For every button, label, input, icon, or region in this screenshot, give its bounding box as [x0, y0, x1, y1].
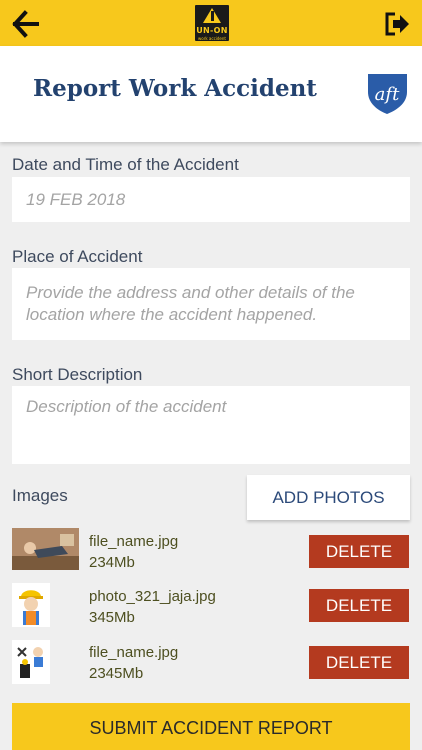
app-logo: UN-ON work accident — [193, 3, 231, 43]
file-size: 345Mb — [89, 609, 135, 626]
description-field[interactable]: Description of the accident — [12, 386, 410, 464]
logout-icon — [385, 12, 409, 36]
file-size: 234Mb — [89, 554, 135, 571]
place-field[interactable]: Provide the address and other details of… — [12, 268, 410, 340]
delete-button[interactable]: DELETE — [309, 535, 409, 568]
images-label: Images — [12, 486, 68, 505]
image-thumbnail — [12, 528, 79, 570]
accident-illustration-icon — [12, 640, 50, 684]
file-name: photo_321_jaja.jpg — [89, 588, 216, 605]
aft-shield-icon: aft — [368, 74, 407, 114]
top-bar: UN-ON work accident — [0, 0, 422, 46]
date-label: Date and Time of the Accident — [12, 155, 239, 174]
svg-text:aft: aft — [375, 84, 400, 105]
file-name: file_name.jpg — [89, 644, 179, 661]
page-title: Report Work Accident — [33, 75, 317, 102]
description-label: Short Description — [12, 365, 143, 384]
image-thumbnail — [12, 583, 50, 627]
arrow-left-icon — [12, 10, 39, 38]
file-size: 2345Mb — [89, 665, 144, 682]
back-button[interactable] — [12, 10, 40, 38]
worker-illustration-icon — [12, 583, 50, 627]
file-name: file_name.jpg — [89, 533, 179, 550]
add-photos-button[interactable]: ADD PHOTOS — [247, 475, 410, 520]
logout-button[interactable] — [384, 10, 412, 38]
date-field[interactable]: 19 FEB 2018 — [12, 177, 410, 222]
page-header: Report Work Accident aft — [0, 46, 422, 142]
place-label: Place of Accident — [12, 247, 143, 266]
image-thumbnail — [12, 640, 50, 684]
photo-thumbnail-icon — [12, 528, 79, 570]
delete-button[interactable]: DELETE — [309, 646, 409, 679]
submit-report-button[interactable]: SUBMIT ACCIDENT REPORT — [12, 703, 410, 750]
delete-button[interactable]: DELETE — [309, 589, 409, 622]
